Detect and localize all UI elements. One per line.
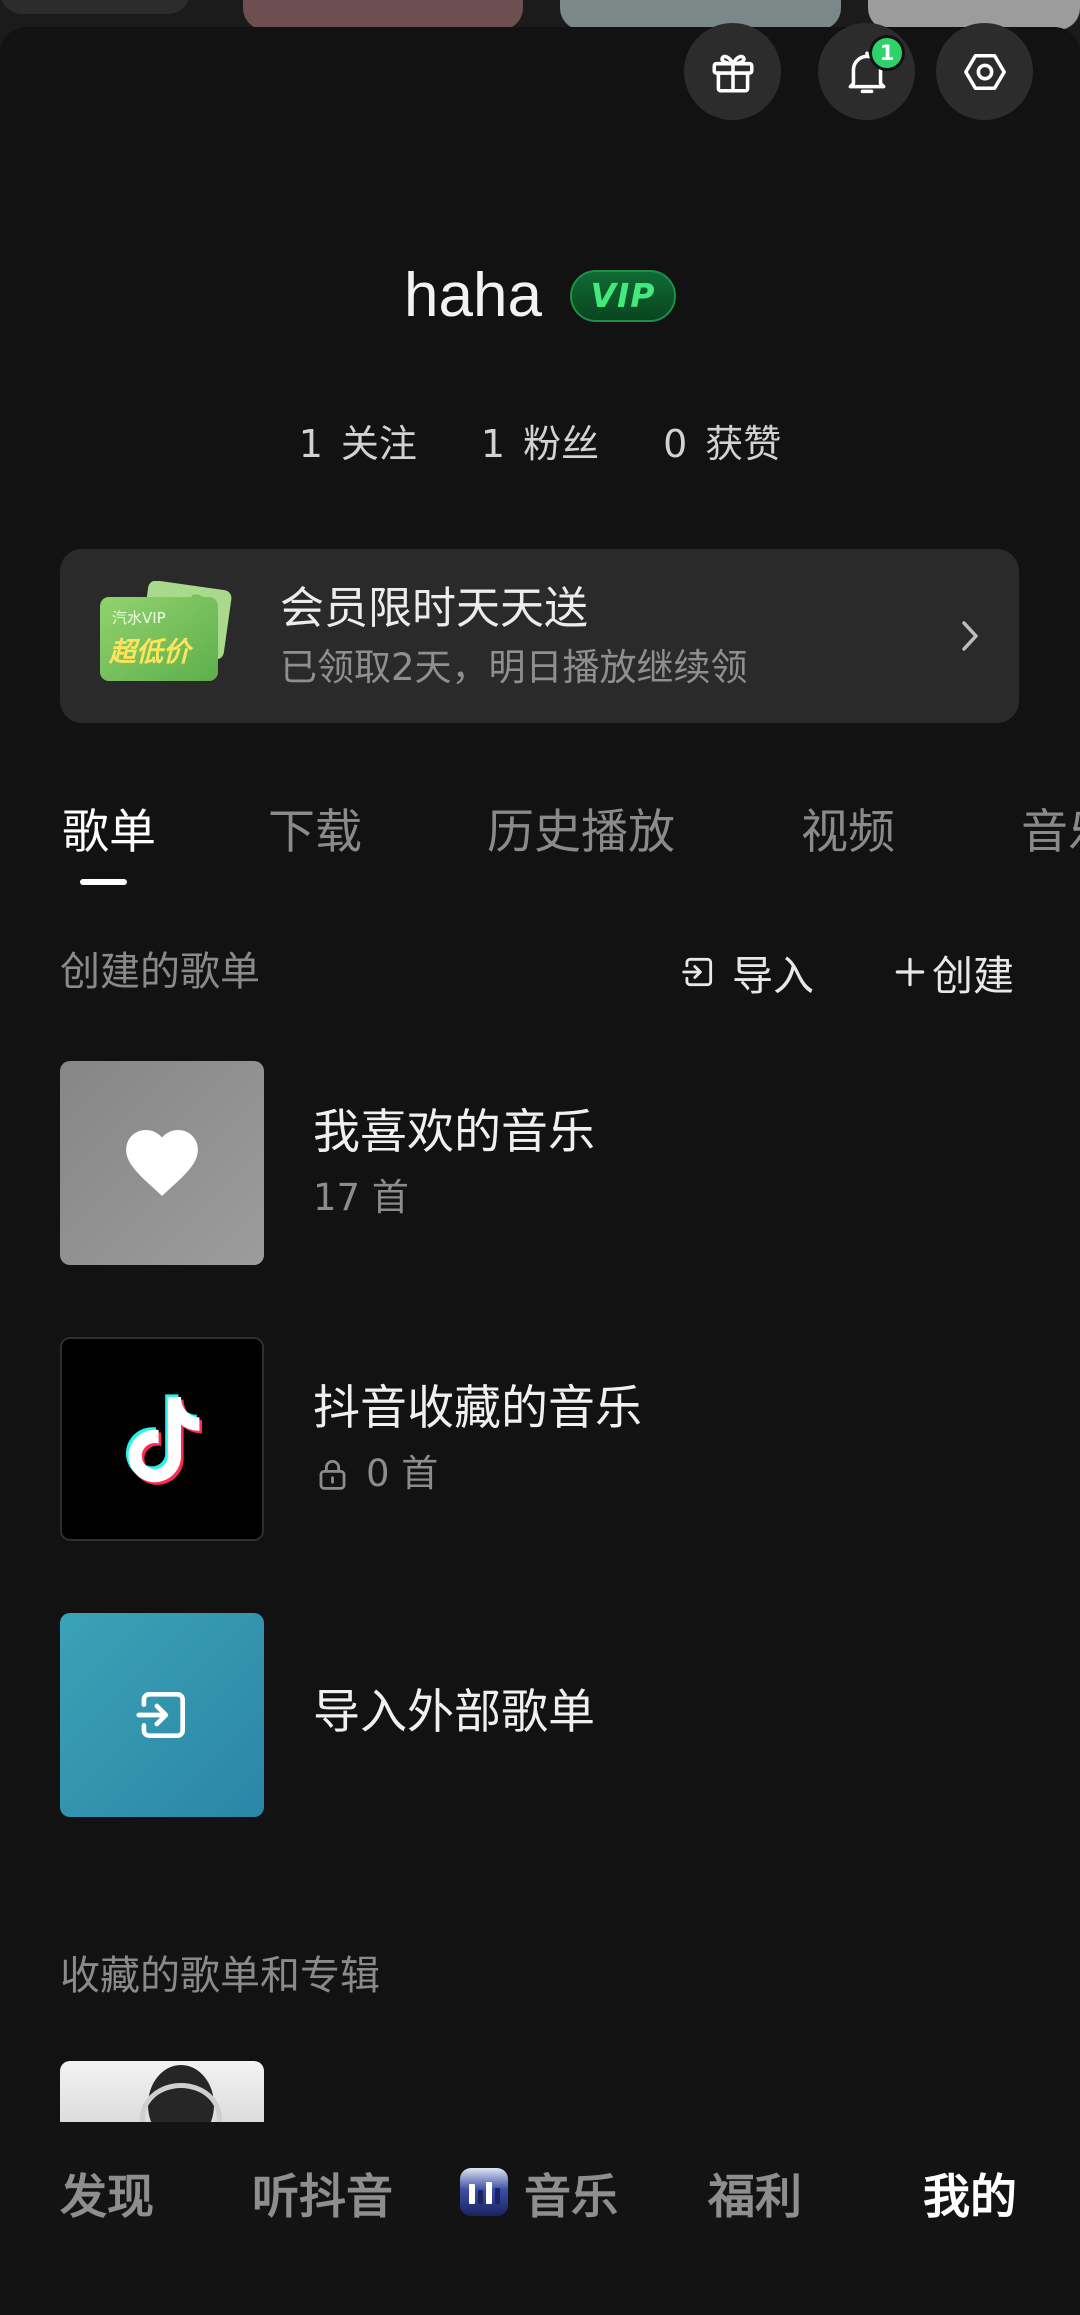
vip-promo-card[interactable]: 汽水VIP 超低价 会员限时天天送 已领取2天，明日播放继续领 bbox=[60, 549, 1019, 723]
import-icon bbox=[682, 957, 713, 987]
create-label: 创建 bbox=[932, 952, 1014, 1000]
playlist-count: 17 首 bbox=[313, 1176, 409, 1219]
vip-ticket-image: 汽水VIP 超低价 bbox=[100, 581, 232, 681]
settings-button[interactable] bbox=[936, 23, 1033, 120]
playlist-item-douyin[interactable]: 抖音收藏的音乐 0 首 bbox=[60, 1337, 1020, 1541]
playlist-cover bbox=[60, 1337, 264, 1541]
import-icon bbox=[136, 1692, 185, 1738]
tab-music[interactable]: 音乐 bbox=[1021, 803, 1080, 863]
nav-tab-music[interactable]: 音乐 bbox=[460, 2162, 618, 2225]
create-playlist-button[interactable]: 创建 bbox=[891, 947, 1014, 1000]
backdrop-art bbox=[560, 0, 841, 30]
stat-count: 1 bbox=[298, 422, 323, 466]
bottom-nav: 发现 听抖音 音乐 福利 我的 bbox=[0, 2122, 1080, 2315]
playlist-cover bbox=[60, 1613, 264, 1817]
playlist-title: 我喜欢的音乐 bbox=[313, 1105, 595, 1160]
username[interactable]: haha bbox=[404, 265, 542, 327]
profile-stats: 1 关注 1 粉丝 0 获赞 bbox=[0, 419, 1080, 469]
stat-label: 关注 bbox=[340, 422, 417, 466]
chevron-right-icon bbox=[962, 621, 978, 651]
backdrop-art bbox=[243, 0, 523, 30]
import-button[interactable]: 导入 bbox=[679, 947, 814, 1000]
notification-badge: 1 bbox=[869, 35, 905, 71]
tab-history[interactable]: 历史播放 bbox=[487, 803, 675, 863]
playlist-title: 导入外部歌单 bbox=[313, 1685, 595, 1740]
collected-playlists-title: 收藏的歌单和专辑 bbox=[60, 1953, 380, 1999]
tab-playlists[interactable]: 歌单 bbox=[62, 803, 156, 863]
heart-icon bbox=[126, 1130, 198, 1196]
stat-label: 粉丝 bbox=[523, 422, 600, 466]
import-label: 导入 bbox=[732, 952, 814, 1000]
promo-subtitle: 已领取2天，明日播放继续领 bbox=[280, 646, 748, 689]
ticket-brand-text: 汽水VIP bbox=[112, 609, 166, 627]
playlist-count: 0 首 bbox=[366, 1452, 439, 1495]
music-app-icon bbox=[460, 2168, 508, 2216]
playlist-item-liked[interactable]: 我喜欢的音乐 17 首 bbox=[60, 1061, 1020, 1265]
nav-tab-label: 音乐 bbox=[524, 2169, 618, 2225]
notifications-button[interactable] bbox=[818, 23, 915, 120]
tab-videos[interactable]: 视频 bbox=[801, 803, 895, 863]
plus-icon bbox=[895, 957, 925, 987]
tiktok-logo-icon bbox=[126, 1394, 202, 1485]
stat-label: 获赞 bbox=[705, 422, 782, 466]
backdrop-art bbox=[0, 0, 190, 14]
playlist-cover bbox=[60, 1061, 264, 1265]
nav-tab-discover[interactable]: 发现 bbox=[60, 2162, 154, 2225]
vip-badge[interactable]: VIP bbox=[569, 270, 676, 322]
stat-count: 1 bbox=[480, 422, 506, 466]
gift-icon bbox=[711, 54, 754, 93]
gift-button[interactable] bbox=[684, 23, 781, 120]
ticket-price-text: 超低价 bbox=[108, 637, 194, 668]
stat-likes[interactable]: 0 获赞 bbox=[663, 419, 781, 469]
stat-following[interactable]: 1 关注 bbox=[299, 419, 417, 469]
lock-icon bbox=[319, 1460, 346, 1490]
stat-followers[interactable]: 1 粉丝 bbox=[481, 419, 599, 469]
nav-tab-listen-douyin[interactable]: 听抖音 bbox=[252, 2162, 393, 2225]
tab-downloads[interactable]: 下载 bbox=[268, 803, 362, 863]
playlist-title: 抖音收藏的音乐 bbox=[313, 1381, 642, 1436]
stat-count: 0 bbox=[663, 422, 688, 466]
nav-tab-me[interactable]: 我的 bbox=[923, 2162, 1017, 2225]
promo-title: 会员限时天天送 bbox=[280, 583, 588, 634]
import-external-playlist[interactable]: 导入外部歌单 bbox=[60, 1613, 1020, 1817]
nav-tab-rewards[interactable]: 福利 bbox=[708, 2162, 802, 2225]
collected-playlist-cover[interactable] bbox=[60, 2061, 264, 2122]
profile-header: haha VIP bbox=[0, 265, 1080, 327]
active-tab-indicator bbox=[80, 879, 127, 885]
created-playlists-title: 创建的歌单 bbox=[60, 949, 260, 995]
settings-icon bbox=[963, 53, 1006, 90]
